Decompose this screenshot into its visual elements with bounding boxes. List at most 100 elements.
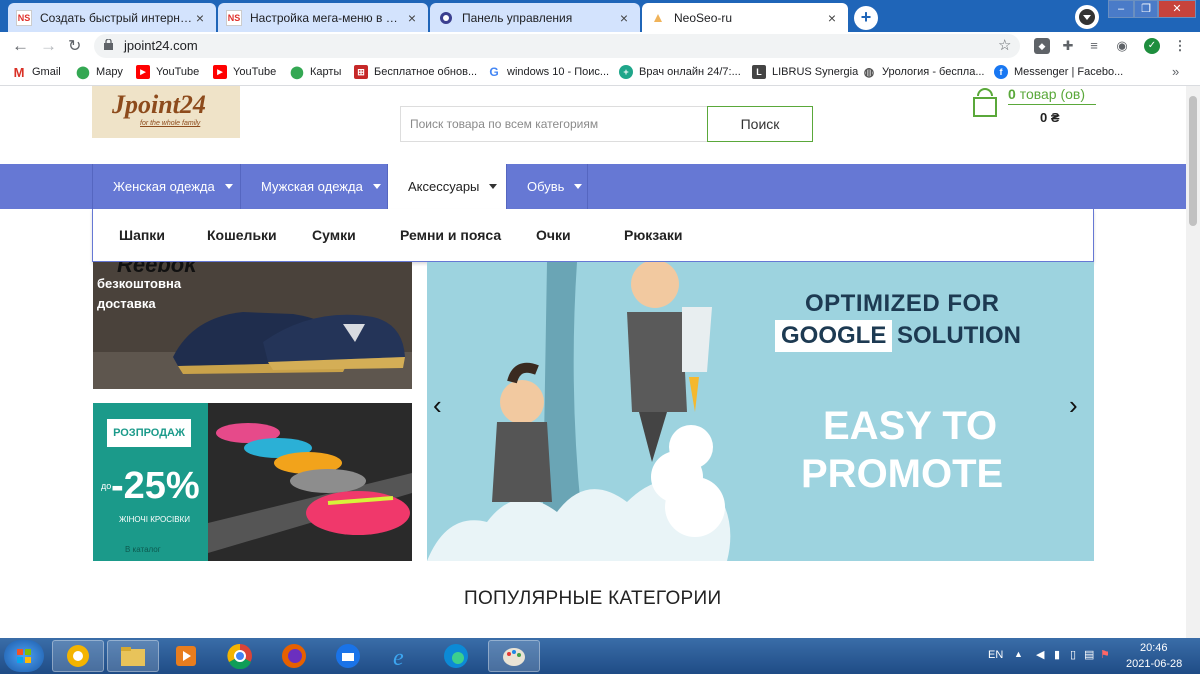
storage-icon[interactable]: ▤: [1084, 648, 1094, 661]
bookmark-google-search[interactable]: Gwindows 10 - Поис...: [487, 65, 609, 79]
bookmark-label: Бесплатное обнов...: [374, 66, 478, 78]
bookmark-librus[interactable]: L LIBRUS Synergia: [752, 65, 858, 79]
media-player-icon: [176, 646, 196, 666]
menu-item-accessories[interactable]: Аксессуары: [387, 164, 506, 209]
cart-count: 0: [1008, 86, 1016, 102]
bookmark-gmail[interactable]: M Gmail: [12, 65, 61, 80]
sale-badge: РОЗПРОДАЖ: [107, 419, 191, 447]
taskbar-thunderbird[interactable]: [322, 640, 374, 672]
bookmark-urology[interactable]: ◍ Урология - беспла...: [862, 65, 985, 79]
more-bookmarks-icon[interactable]: »: [1172, 64, 1179, 79]
reload-icon[interactable]: ↻: [68, 36, 81, 56]
taskbar-paint[interactable]: [488, 640, 540, 672]
submenu-item[interactable]: Рюкзаки: [624, 227, 682, 243]
browser-tab[interactable]: Панель управления ×: [430, 3, 640, 32]
maximize-button[interactable]: ❐: [1134, 0, 1158, 18]
taskbar-firefox[interactable]: [268, 640, 320, 672]
address-bar[interactable]: jpoint24.com ☆: [94, 34, 1020, 58]
submenu-item[interactable]: Сумки: [312, 227, 356, 243]
taskbar-media-player[interactable]: [160, 640, 212, 672]
browser-tab[interactable]: NS Настройка мега-меню в модуле ×: [218, 3, 428, 32]
new-tab-button[interactable]: +: [854, 6, 878, 30]
sale-discount: -25%: [111, 465, 200, 507]
search-button[interactable]: Поиск: [707, 106, 813, 142]
taskbar-chrome[interactable]: [214, 640, 266, 672]
cart-label: товар (ов): [1019, 86, 1086, 102]
close-window-button[interactable]: ✕: [1158, 0, 1196, 18]
page-scrollbar[interactable]: [1186, 86, 1200, 638]
bookmark-maps[interactable]: ⬤ Карты: [290, 65, 341, 79]
clock-date[interactable]: 2021-06-28: [1126, 658, 1182, 670]
bookmark-star-icon[interactable]: ☆: [998, 36, 1011, 54]
logo-text: Jpoint24: [112, 90, 206, 119]
taskbar-internet-explorer[interactable]: e: [376, 640, 428, 672]
bookmark-youtube[interactable]: ▶ YouTube: [213, 65, 276, 79]
network-signal-icon[interactable]: ▮: [1054, 648, 1060, 661]
slider-solution: SOLUTION: [897, 322, 1021, 349]
bookmark-maps[interactable]: ⬤ Мару: [76, 65, 123, 79]
slider-headline: OPTIMIZED FOR: [805, 290, 1000, 317]
internet-explorer-icon: e: [393, 645, 404, 669]
catalog-link[interactable]: В каталог: [125, 545, 161, 554]
show-hidden-icons[interactable]: ▲: [1014, 649, 1023, 659]
slider-prev-icon[interactable]: ‹: [433, 390, 442, 421]
minimize-button[interactable]: –: [1108, 0, 1134, 18]
extensions-puzzle-icon[interactable]: ✚: [1060, 38, 1076, 54]
site-logo[interactable]: Jpoint24 for the whole family: [92, 86, 240, 138]
slider-next-icon[interactable]: ›: [1069, 390, 1078, 421]
submenu-item[interactable]: Очки: [536, 227, 571, 243]
sale-prefix: до: [101, 481, 112, 491]
close-tab-icon[interactable]: ×: [192, 10, 208, 26]
menu-item-womens[interactable]: Женская одежда: [92, 164, 240, 209]
start-button[interactable]: [4, 640, 44, 672]
volume-icon[interactable]: ◀: [1036, 648, 1044, 661]
menu-label: Аксессуары: [408, 179, 480, 194]
back-icon[interactable]: ←: [12, 36, 29, 56]
browser-toolbar: ← → ↻ jpoint24.com ☆ ◆ ✚ ≡ ◉ ✓ ⋮: [0, 32, 1200, 60]
youtube-icon: ▶: [136, 65, 150, 79]
bookmark-messenger[interactable]: f Messenger | Facebo...: [994, 65, 1123, 79]
bookmarks-bar: M Gmail ⬤ Мару ▶ YouTube ▶ YouTube ⬤ Карты ⊞ Б…: [0, 60, 1200, 86]
close-tab-icon[interactable]: ×: [616, 10, 632, 26]
reebok-promo-banner[interactable]: Reebok безкоштовна доставка: [93, 262, 412, 389]
forward-icon[interactable]: →: [40, 36, 57, 56]
profile-menu-icon[interactable]: [1075, 5, 1099, 29]
clock-time[interactable]: 20:46: [1140, 642, 1168, 654]
bookmark-doctor[interactable]: + Врач онлайн 24/7:...: [619, 65, 741, 79]
browser-tab-active[interactable]: NeoSeo-ru ×: [642, 3, 848, 32]
language-indicator[interactable]: EN: [988, 649, 1003, 661]
submenu-item[interactable]: Кошельки: [207, 227, 277, 243]
security-check-icon[interactable]: ✓: [1144, 38, 1160, 54]
slider-easy: EASY TO: [823, 404, 998, 448]
menu-item-shoes[interactable]: Обувь: [506, 164, 588, 209]
caret-down-icon: [224, 184, 233, 189]
submenu-item[interactable]: Ремни и пояса: [400, 227, 501, 243]
taskbar-file-explorer[interactable]: [107, 640, 159, 672]
battery-icon[interactable]: ▯: [1070, 648, 1076, 661]
caret-down-icon: [489, 184, 498, 189]
search-input[interactable]: Поиск товара по всем категориям: [400, 106, 708, 142]
media-queue-icon[interactable]: ≡: [1086, 38, 1102, 54]
caret-down-icon: [574, 184, 583, 189]
extension-shield-icon[interactable]: ◆: [1034, 38, 1050, 54]
bookmark-youtube[interactable]: ▶ YouTube: [136, 65, 199, 79]
bookmark-update[interactable]: ⊞ Бесплатное обнов...: [354, 65, 477, 79]
cart-summary[interactable]: 0 товар (ов): [1008, 86, 1085, 102]
sale-promo-banner[interactable]: РОЗПРОДАЖ до -25% ЖІНОЧІ КРОСІВКИ В ката…: [93, 403, 412, 561]
action-center-icon[interactable]: ⚑: [1100, 648, 1110, 661]
taskbar-edge[interactable]: [430, 640, 482, 672]
scrollbar-thumb[interactable]: [1189, 96, 1197, 226]
firefox-icon: [282, 644, 306, 668]
menu-label: Обувь: [527, 179, 565, 194]
close-tab-icon[interactable]: ×: [404, 10, 420, 26]
more-menu-icon[interactable]: ⋮: [1172, 38, 1188, 54]
popular-categories-heading: ПОПУЛЯРНЫЕ КАТЕГОРИИ: [464, 588, 722, 609]
taskbar-chrome-canary[interactable]: [52, 640, 104, 672]
menu-item-mens[interactable]: Мужская одежда: [240, 164, 387, 209]
browser-tab[interactable]: NS Создать быстрый интернет-маг ×: [8, 3, 216, 32]
shopping-bag-icon[interactable]: [972, 88, 998, 118]
submenu-item[interactable]: Шапки: [119, 227, 165, 243]
account-icon[interactable]: ◉: [1114, 38, 1130, 54]
edge-icon: [444, 644, 468, 668]
close-tab-icon[interactable]: ×: [824, 10, 840, 26]
